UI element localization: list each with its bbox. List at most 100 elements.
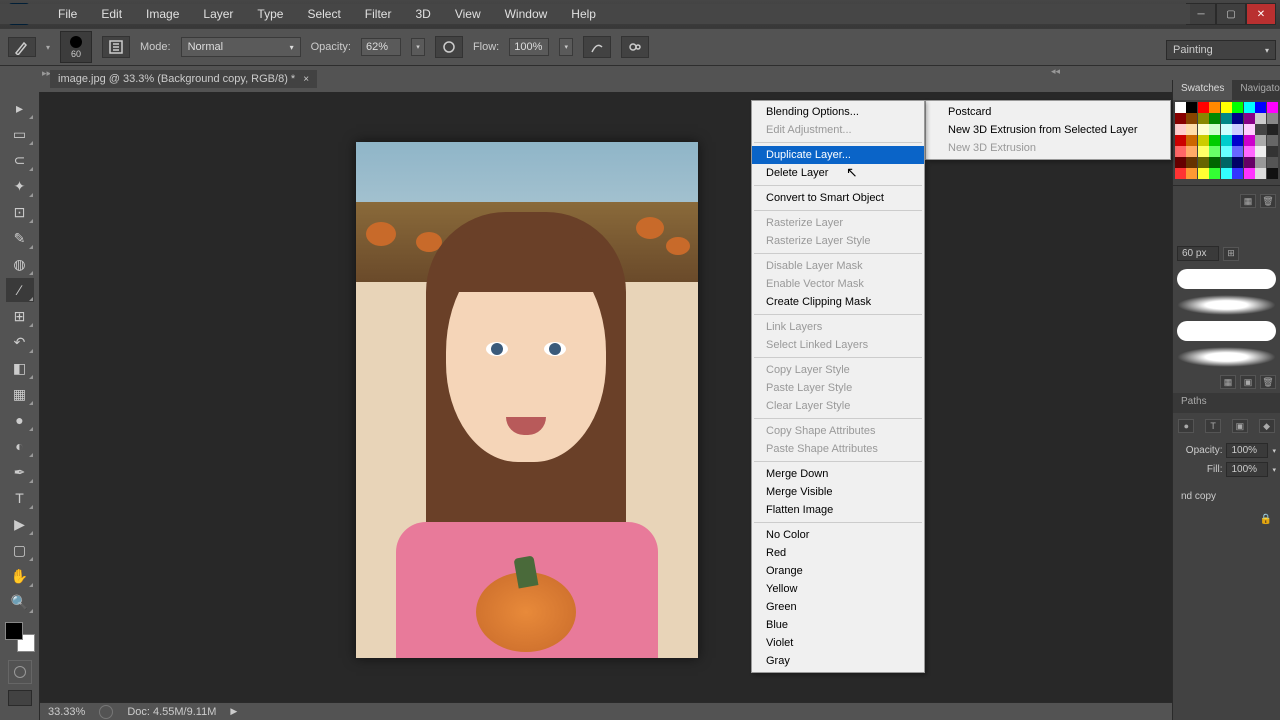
context-menu-item[interactable]: Violet	[752, 634, 924, 652]
status-icon[interactable]	[99, 705, 113, 719]
color-swatch[interactable]	[1244, 102, 1255, 113]
color-swatch[interactable]	[1221, 102, 1232, 113]
flow-dropdown[interactable]: ▾	[559, 38, 573, 56]
context-menu-item[interactable]: Green	[752, 598, 924, 616]
color-swatch[interactable]	[1221, 168, 1232, 179]
color-swatch[interactable]	[1232, 146, 1243, 157]
brush-settings-icon[interactable]: ⊞	[1223, 247, 1239, 261]
brush-tool[interactable]: ∕	[6, 278, 34, 302]
color-swatch[interactable]	[1255, 146, 1266, 157]
color-swatch[interactable]	[1198, 135, 1209, 146]
rectangle-tool[interactable]: ▢	[6, 538, 34, 562]
new-icon[interactable]: ▣	[1240, 375, 1256, 389]
color-swatch[interactable]	[1186, 102, 1197, 113]
panel-icon[interactable]: ▦	[1240, 194, 1256, 208]
context-menu-item[interactable]: Blue	[752, 616, 924, 634]
color-swatch[interactable]	[1232, 124, 1243, 135]
color-swatch[interactable]	[1175, 102, 1186, 113]
color-swatch[interactable]	[1255, 102, 1266, 113]
color-swatch[interactable]	[1198, 124, 1209, 135]
context-menu-item[interactable]: Merge Visible	[752, 483, 924, 501]
color-swatch[interactable]	[1267, 124, 1278, 135]
minimize-button[interactable]: ─	[1186, 3, 1216, 25]
menu-window[interactable]: Window	[493, 5, 560, 23]
color-swatch[interactable]	[1175, 168, 1186, 179]
brush-stroke-sample[interactable]	[1177, 347, 1276, 367]
color-swatch[interactable]	[1198, 113, 1209, 124]
color-swatch[interactable]	[1232, 102, 1243, 113]
context-menu-item[interactable]: Duplicate Layer...	[752, 146, 924, 164]
workspace-select[interactable]: Painting▾	[1166, 40, 1276, 60]
menu-help[interactable]: Help	[559, 5, 608, 23]
color-swatch[interactable]	[1209, 168, 1220, 179]
color-swatch[interactable]	[1209, 124, 1220, 135]
color-swatch[interactable]	[1186, 168, 1197, 179]
color-swatch[interactable]	[1175, 146, 1186, 157]
color-swatch[interactable]	[1221, 135, 1232, 146]
gradient-tool[interactable]: ▦	[6, 382, 34, 406]
document-tab[interactable]: image.jpg @ 33.3% (Background copy, RGB/…	[50, 70, 317, 88]
zoom-level[interactable]: 33.33%	[48, 706, 85, 718]
layer-item-background[interactable]: 🔒	[1173, 508, 1280, 531]
color-swatch[interactable]	[1255, 124, 1266, 135]
hand-tool[interactable]: ✋	[6, 564, 34, 588]
context-menu-item[interactable]: Convert to Smart Object	[752, 189, 924, 207]
color-swatch[interactable]	[1175, 135, 1186, 146]
filter-icon[interactable]: ●	[1178, 419, 1194, 433]
panel-icon[interactable]: ▣	[1232, 419, 1248, 433]
airbrush-icon[interactable]	[583, 36, 611, 58]
context-menu-item[interactable]: No Color	[752, 526, 924, 544]
swatches-tab[interactable]: Swatches	[1173, 80, 1232, 100]
color-swatch[interactable]	[1232, 135, 1243, 146]
panel-icon[interactable]: ◆	[1259, 419, 1275, 433]
flow-input[interactable]: 100%	[509, 38, 549, 56]
color-swatch[interactable]	[1221, 157, 1232, 168]
paths-tab[interactable]: Paths	[1173, 393, 1215, 413]
path-selection-tool[interactable]: ▶	[6, 512, 34, 536]
color-swatch[interactable]	[1198, 102, 1209, 113]
color-swatch[interactable]	[1186, 113, 1197, 124]
move-tool[interactable]: ▸	[6, 96, 34, 120]
brush-preset-picker[interactable]: 60	[60, 31, 92, 63]
panel-collapse-icon[interactable]: ◂◂	[1051, 66, 1060, 77]
color-swatch[interactable]	[1209, 113, 1220, 124]
close-button[interactable]: ✕	[1246, 3, 1276, 25]
opacity-input[interactable]: 62%	[361, 38, 401, 56]
color-swatch[interactable]	[1267, 135, 1278, 146]
color-swatch[interactable]	[1267, 146, 1278, 157]
layer-fill-input[interactable]: 100%	[1226, 462, 1268, 477]
color-swatch[interactable]	[1244, 113, 1255, 124]
context-menu-item[interactable]: Blending Options...	[752, 103, 924, 121]
layer-opacity-input[interactable]: 100%	[1226, 443, 1268, 458]
zoom-tool[interactable]: 🔍	[6, 590, 34, 614]
navigator-tab[interactable]: Navigator	[1232, 80, 1280, 100]
healing-brush-tool[interactable]: ◍	[6, 252, 34, 276]
panel-icon[interactable]: ▦	[1220, 375, 1236, 389]
type-tool[interactable]: T	[6, 486, 34, 510]
color-swatch[interactable]	[1186, 146, 1197, 157]
crop-tool[interactable]: ⊡	[6, 200, 34, 224]
type-icon[interactable]: T	[1205, 419, 1221, 433]
color-swatch[interactable]	[1244, 135, 1255, 146]
quick-mask-button[interactable]	[8, 660, 32, 684]
eraser-tool[interactable]: ◧	[6, 356, 34, 380]
color-swatch[interactable]	[1232, 113, 1243, 124]
pressure-size-icon[interactable]	[621, 36, 649, 58]
menu-3d[interactable]: 3D	[403, 5, 442, 23]
color-swatch[interactable]	[1244, 157, 1255, 168]
menu-image[interactable]: Image	[134, 5, 191, 23]
color-swatch[interactable]	[1244, 168, 1255, 179]
color-swatch[interactable]	[1175, 124, 1186, 135]
context-menu-item[interactable]: Create Clipping Mask	[752, 293, 924, 311]
pressure-opacity-icon[interactable]	[435, 36, 463, 58]
color-swatch[interactable]	[1267, 102, 1278, 113]
clone-stamp-tool[interactable]: ⊞	[6, 304, 34, 328]
brush-panel-toggle-icon[interactable]	[102, 36, 130, 58]
context-menu-item[interactable]: Yellow	[752, 580, 924, 598]
color-swatch[interactable]	[1209, 135, 1220, 146]
brush-stroke-sample[interactable]	[1177, 321, 1276, 341]
menu-layer[interactable]: Layer	[191, 5, 245, 23]
color-swatch[interactable]	[1255, 135, 1266, 146]
eyedropper-tool[interactable]: ✎	[6, 226, 34, 250]
color-swatch[interactable]	[1186, 157, 1197, 168]
